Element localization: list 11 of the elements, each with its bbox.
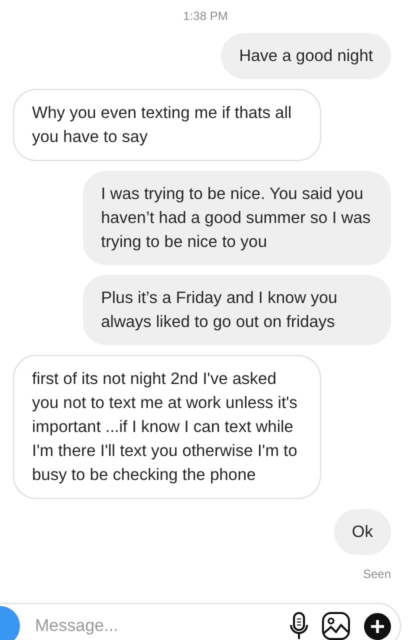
image-icon[interactable] <box>322 612 350 640</box>
message-bubble: first of its not night 2nd I've asked you not to text me at work unless it's important ...if I know I can text while I'm there I'll text you otherwise I'm to busy to be checking the phone <box>13 355 321 499</box>
message-bubble: Have a good night <box>221 33 391 79</box>
message-bubble: Plus it’s a Friday and I know you always liked to go out on fridays <box>83 275 391 345</box>
message-bubble: I was trying to be nice. You said you haven’t had a good summer so I was trying to be nice to you <box>83 171 391 265</box>
plus-icon[interactable] <box>364 612 391 640</box>
timestamp: 1:38 PM <box>182 8 229 25</box>
message-bubble: Why you even texting me if thats all you have to say <box>13 89 321 161</box>
message-bubble: Ok <box>334 509 391 555</box>
seen-label: Seen <box>362 566 391 583</box>
microphone-icon[interactable] <box>290 612 308 640</box>
